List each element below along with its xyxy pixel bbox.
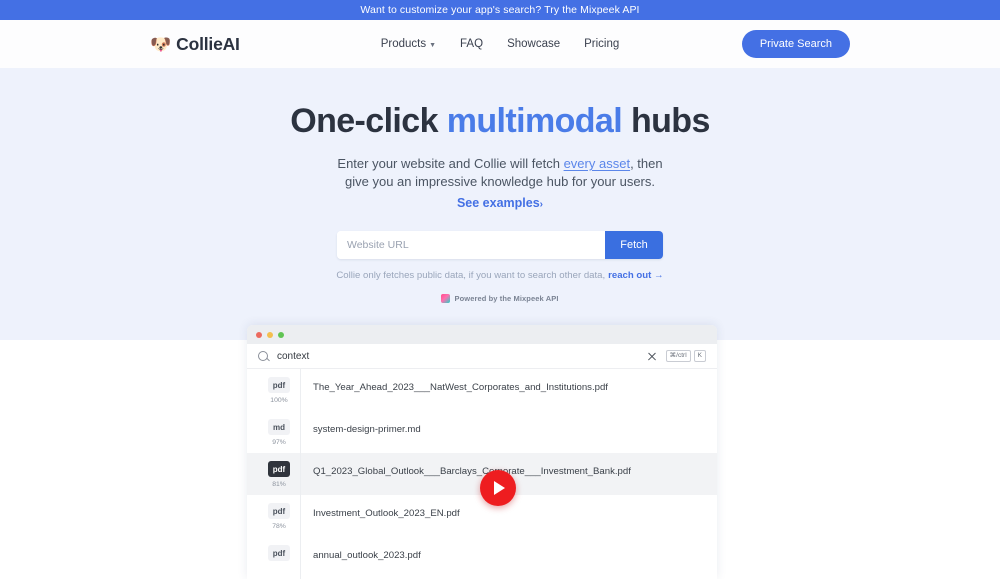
result-name-column: system-design-primer.md bbox=[300, 411, 717, 453]
filetype-badge: pdf bbox=[268, 503, 290, 519]
reach-out-link[interactable]: reach out → bbox=[608, 270, 663, 281]
kbd-cmd-ctrl: ⌘/ctrl bbox=[665, 349, 691, 363]
filetype-badge: pdf bbox=[268, 545, 290, 561]
chevron-down-icon: ▼ bbox=[429, 41, 437, 49]
keyboard-shortcut-group: ⌘/ctrl K bbox=[665, 349, 706, 363]
mock-window-titlebar bbox=[247, 325, 717, 344]
hero-title-accent: multimodal bbox=[446, 102, 623, 140]
hero-subtitle: Enter your website and Collie will fetch… bbox=[0, 155, 1000, 212]
private-search-button[interactable]: Private Search bbox=[741, 30, 850, 58]
file-name: Investment_Outlook_2023_EN.pdf bbox=[313, 508, 460, 519]
match-score: 97% bbox=[272, 439, 286, 446]
file-name: annual_outlook_2023.pdf bbox=[313, 550, 421, 561]
nav-item-products-label: Products bbox=[380, 38, 427, 50]
play-video-button[interactable] bbox=[480, 470, 516, 506]
table-row[interactable]: md 97% system-design-primer.md bbox=[247, 411, 717, 453]
nav-item-showcase[interactable]: Showcase bbox=[507, 38, 560, 50]
file-name: Q1_2023_Global_Outlook___Barclays_Corpor… bbox=[313, 466, 631, 477]
filetype-badge: md bbox=[268, 419, 290, 435]
result-badge-column: pdf 78% bbox=[258, 495, 300, 530]
powered-by-badge[interactable]: Powered by the Mixpeek API bbox=[441, 294, 559, 304]
demo-browser-mock: context ⌘/ctrl K pdf 100% The_Year_Ahead… bbox=[247, 325, 717, 579]
mock-search-bar[interactable]: context ⌘/ctrl K bbox=[247, 344, 717, 369]
filetype-badge: pdf bbox=[268, 461, 290, 477]
window-maximize-dot[interactable] bbox=[278, 331, 284, 338]
hero-subtitle-text-b: , then bbox=[630, 156, 663, 172]
kbd-k: K bbox=[693, 349, 706, 363]
nav-item-faq[interactable]: FAQ bbox=[460, 38, 483, 50]
file-name: system-design-primer.md bbox=[313, 424, 421, 435]
announcement-text: Want to customize your app's search? Try… bbox=[360, 4, 640, 16]
table-row[interactable]: pdf annual_outlook_2023.pdf bbox=[247, 537, 717, 579]
result-name-column: The_Year_Ahead_2023___NatWest_Corporates… bbox=[300, 369, 717, 411]
filetype-badge: pdf bbox=[268, 377, 290, 393]
every-asset-link[interactable]: every asset bbox=[564, 156, 630, 171]
window-close-dot[interactable] bbox=[256, 331, 262, 338]
result-badge-column: pdf 100% bbox=[258, 369, 300, 404]
nav-links-group: Products ▼ FAQ Showcase Pricing bbox=[381, 38, 620, 50]
nav-inner-container: 🐶 CollieAI Products ▼ FAQ Showcase Prici… bbox=[150, 30, 850, 58]
nav-item-pricing[interactable]: Pricing bbox=[584, 38, 619, 50]
see-examples-label: See examples bbox=[456, 196, 540, 211]
table-row[interactable]: pdf 100% The_Year_Ahead_2023___NatWest_C… bbox=[247, 369, 717, 411]
hero-title-part1: One-click bbox=[290, 102, 447, 140]
brand-logo-link[interactable]: 🐶 CollieAI bbox=[150, 34, 240, 55]
mock-window: context ⌘/ctrl K pdf 100% The_Year_Ahead… bbox=[247, 325, 717, 579]
hero-subtitle-text-a: Enter your website and Collie will fetch bbox=[337, 156, 564, 172]
dog-logo-icon: 🐶 bbox=[150, 34, 172, 54]
search-icon bbox=[258, 351, 268, 361]
website-url-input[interactable] bbox=[337, 231, 605, 260]
result-badge-column: pdf bbox=[258, 537, 300, 565]
top-navigation-bar: 🐶 CollieAI Products ▼ FAQ Showcase Prici… bbox=[0, 20, 1000, 68]
search-results-list: pdf 100% The_Year_Ahead_2023___NatWest_C… bbox=[247, 369, 717, 579]
page-title: One-click multimodal hubs bbox=[0, 102, 1000, 141]
public-data-note-text: Collie only fetches public data, if you … bbox=[336, 270, 606, 282]
hero-section: One-click multimodal hubs Enter your web… bbox=[0, 68, 1000, 340]
match-score: 100% bbox=[270, 397, 288, 404]
table-row[interactable]: pdf 78% Investment_Outlook_2023_EN.pdf bbox=[247, 495, 717, 537]
public-data-note: Collie only fetches public data, if you … bbox=[0, 270, 1000, 281]
fetch-button[interactable]: Fetch bbox=[605, 231, 663, 260]
window-minimize-dot[interactable] bbox=[267, 331, 273, 338]
search-input-value[interactable]: context bbox=[277, 351, 638, 362]
see-examples-link[interactable]: See examples› bbox=[457, 195, 543, 212]
match-score: 78% bbox=[272, 523, 286, 530]
nav-item-products[interactable]: Products ▼ bbox=[381, 38, 436, 50]
result-name-column: annual_outlook_2023.pdf bbox=[300, 537, 717, 579]
hero-title-part2: hubs bbox=[622, 102, 710, 140]
result-badge-column: pdf 81% bbox=[258, 453, 300, 488]
match-score: 81% bbox=[272, 481, 286, 488]
close-icon[interactable] bbox=[647, 351, 657, 361]
hero-subtitle-line2: give you an impressive knowledge hub for… bbox=[345, 173, 655, 189]
play-icon bbox=[494, 481, 505, 495]
website-url-form: Fetch bbox=[337, 231, 663, 260]
powered-by-label: Powered by the Mixpeek API bbox=[454, 294, 559, 304]
arrow-right-icon: › bbox=[539, 199, 544, 211]
brand-name-label: CollieAI bbox=[176, 33, 240, 54]
file-name: The_Year_Ahead_2023___NatWest_Corporates… bbox=[313, 382, 608, 393]
announcement-bar[interactable]: Want to customize your app's search? Try… bbox=[0, 0, 1000, 20]
result-badge-column: md 97% bbox=[258, 411, 300, 446]
mixpeek-logo-icon bbox=[441, 294, 451, 304]
